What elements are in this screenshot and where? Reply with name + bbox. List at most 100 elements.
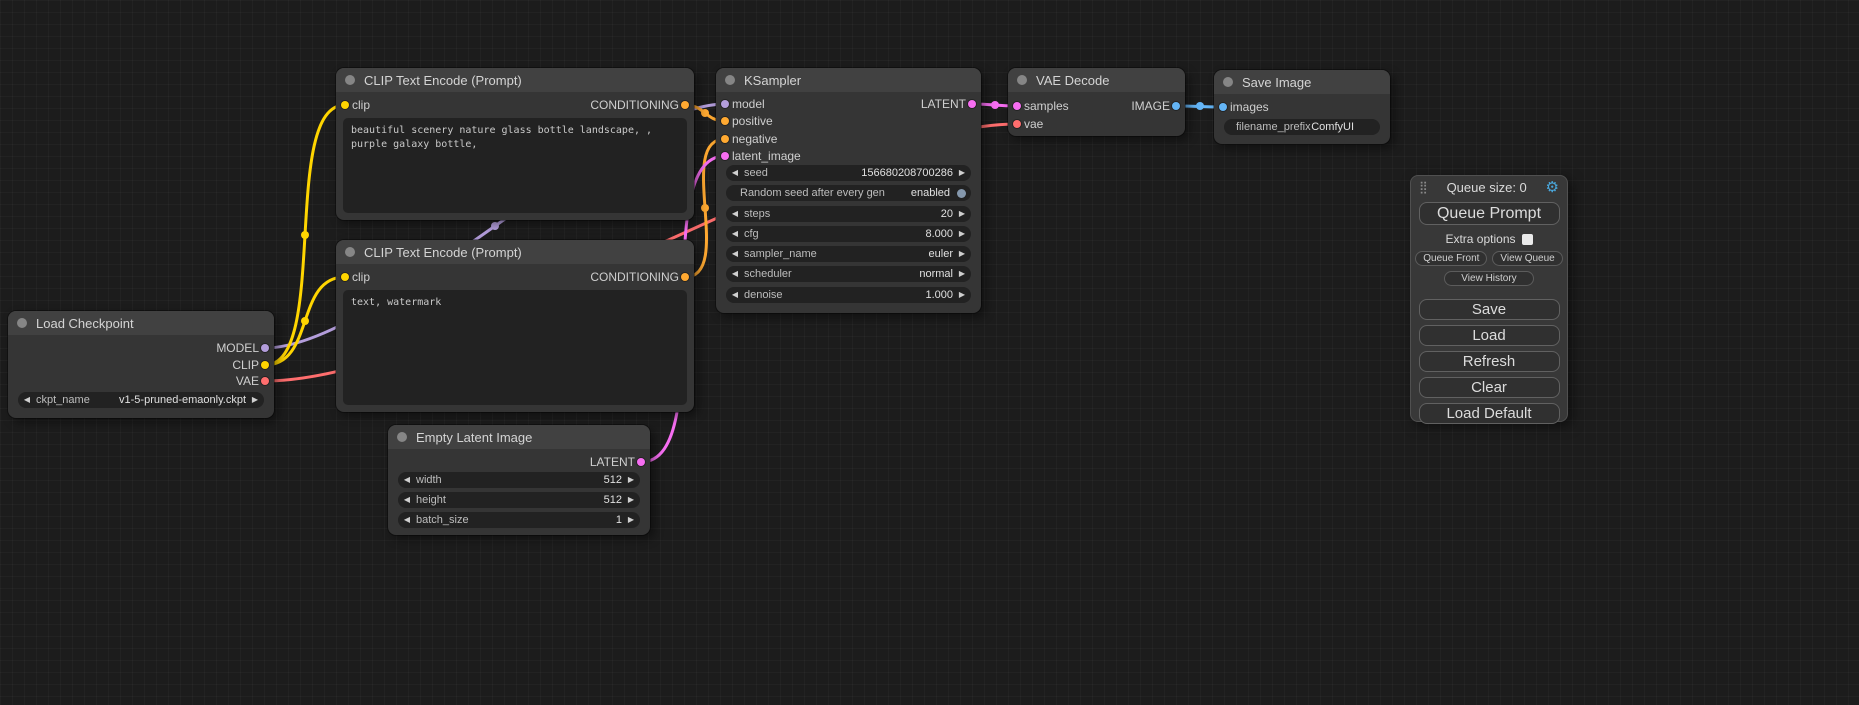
node-graph-canvas[interactable]: Load Checkpoint MODEL CLIP VAE ◀ ckpt_na… (0, 0, 1859, 705)
increment-icon[interactable]: ▶ (622, 472, 640, 488)
decrement-icon[interactable]: ◀ (398, 492, 416, 508)
prev-value-icon[interactable]: ◀ (726, 246, 744, 262)
widget-value: normal (919, 268, 953, 280)
widget-steps[interactable]: ◀ steps 20 ▶ (726, 206, 971, 222)
widget-filename-prefix[interactable]: filename_prefix ComfyUI (1224, 119, 1380, 135)
input-slot-latent-image[interactable] (721, 152, 729, 160)
node-title-bar[interactable]: Empty Latent Image (388, 425, 650, 449)
next-value-icon[interactable]: ▶ (953, 266, 971, 282)
collapse-dot-icon[interactable] (1017, 75, 1027, 85)
node-load-checkpoint[interactable]: Load Checkpoint MODEL CLIP VAE ◀ ckpt_na… (8, 311, 274, 418)
output-slot-conditioning[interactable] (681, 101, 689, 109)
clear-button[interactable]: Clear (1419, 377, 1560, 398)
queue-size-label: Queue size: 0 (1428, 180, 1546, 195)
output-slot-conditioning[interactable] (681, 273, 689, 281)
collapse-dot-icon[interactable] (725, 75, 735, 85)
input-slot-clip[interactable] (341, 273, 349, 281)
widget-label: filename_prefix (1236, 121, 1311, 133)
decrement-icon[interactable]: ◀ (726, 206, 744, 222)
widget-value: 1.000 (925, 289, 953, 301)
increment-icon[interactable]: ▶ (622, 512, 640, 528)
collapse-dot-icon[interactable] (345, 75, 355, 85)
collapse-dot-icon[interactable] (345, 247, 355, 257)
input-slot-negative[interactable] (721, 135, 729, 143)
toggle-dot-icon[interactable] (957, 189, 966, 198)
node-ksampler[interactable]: KSampler model positive negative latent_… (716, 68, 981, 313)
collapse-dot-icon[interactable] (397, 432, 407, 442)
input-slot-positive[interactable] (721, 117, 729, 125)
input-slot-vae[interactable] (1013, 120, 1021, 128)
increment-icon[interactable]: ▶ (953, 206, 971, 222)
load-button[interactable]: Load (1419, 325, 1560, 346)
decrement-icon[interactable]: ◀ (398, 512, 416, 528)
input-slot-clip[interactable] (341, 101, 349, 109)
view-history-button[interactable]: View History (1444, 271, 1533, 286)
node-title-bar[interactable]: VAE Decode (1008, 68, 1185, 92)
node-title-bar[interactable]: KSampler (716, 68, 981, 92)
input-slot-images[interactable] (1219, 103, 1227, 111)
widget-random-seed-toggle[interactable]: Random seed after every gen enabled (726, 185, 971, 201)
prev-value-icon[interactable]: ◀ (726, 266, 744, 282)
widget-cfg[interactable]: ◀ cfg 8.000 ▶ (726, 226, 971, 242)
output-slot-latent[interactable] (637, 458, 645, 466)
extra-options-row: Extra options (1411, 232, 1567, 246)
collapse-dot-icon[interactable] (17, 318, 27, 328)
prompt-textarea[interactable]: text, watermark (343, 290, 687, 405)
increment-icon[interactable]: ▶ (953, 226, 971, 242)
node-empty-latent-image[interactable]: Empty Latent Image LATENT ◀ width 512 ▶ … (388, 425, 650, 535)
settings-gear-icon[interactable]: ⚙ (1546, 180, 1559, 195)
node-title-bar[interactable]: CLIP Text Encode (Prompt) (336, 240, 694, 264)
input-label-clip: clip (352, 98, 370, 112)
next-value-icon[interactable]: ▶ (246, 392, 264, 408)
decrement-icon[interactable]: ◀ (398, 472, 416, 488)
output-slot-model[interactable] (261, 344, 269, 352)
node-clip-text-encode-negative[interactable]: CLIP Text Encode (Prompt) clip CONDITION… (336, 240, 694, 412)
output-slot-image[interactable] (1172, 102, 1180, 110)
save-button[interactable]: Save (1419, 299, 1560, 320)
node-vae-decode[interactable]: VAE Decode samples vae IMAGE (1008, 68, 1185, 136)
node-clip-text-encode-positive[interactable]: CLIP Text Encode (Prompt) clip CONDITION… (336, 68, 694, 220)
input-slot-model[interactable] (721, 100, 729, 108)
output-slot-vae[interactable] (261, 377, 269, 385)
node-title-bar[interactable]: CLIP Text Encode (Prompt) (336, 68, 694, 92)
queue-prompt-button[interactable]: Queue Prompt (1419, 202, 1560, 225)
widget-value: ComfyUI (1311, 121, 1368, 133)
drag-handle-icon[interactable]: ⣿ (1419, 180, 1428, 194)
prompt-textarea[interactable]: beautiful scenery nature glass bottle la… (343, 118, 687, 213)
input-slot-samples[interactable] (1013, 102, 1021, 110)
widget-scheduler[interactable]: ◀ scheduler normal ▶ (726, 266, 971, 282)
output-label-image: IMAGE (1131, 99, 1170, 113)
refresh-button[interactable]: Refresh (1419, 351, 1560, 372)
decrement-icon[interactable]: ◀ (726, 287, 744, 303)
output-slot-clip[interactable] (261, 361, 269, 369)
increment-icon[interactable]: ▶ (622, 492, 640, 508)
node-title-bar[interactable]: Save Image (1214, 70, 1390, 94)
widget-seed[interactable]: ◀ seed 156680208700286 ▶ (726, 165, 971, 181)
node-title-bar[interactable]: Load Checkpoint (8, 311, 274, 335)
widget-ckpt-name[interactable]: ◀ ckpt_name v1-5-pruned-emaonly.ckpt ▶ (18, 392, 264, 408)
node-save-image[interactable]: Save Image images filename_prefix ComfyU… (1214, 70, 1390, 144)
next-value-icon[interactable]: ▶ (953, 246, 971, 262)
increment-icon[interactable]: ▶ (953, 165, 971, 181)
view-queue-button[interactable]: View Queue (1492, 251, 1562, 266)
widget-sampler-name[interactable]: ◀ sampler_name euler ▶ (726, 246, 971, 262)
decrement-icon[interactable]: ◀ (726, 165, 744, 181)
load-default-button[interactable]: Load Default (1419, 403, 1560, 424)
output-slot-latent[interactable] (968, 100, 976, 108)
widget-label: denoise (744, 289, 783, 301)
input-label-positive: positive (732, 114, 773, 128)
input-label-vae: vae (1024, 117, 1043, 131)
widget-batch-size[interactable]: ◀ batch_size 1 ▶ (398, 512, 640, 528)
prev-value-icon[interactable]: ◀ (18, 392, 36, 408)
collapse-dot-icon[interactable] (1223, 77, 1233, 87)
extra-options-checkbox[interactable] (1522, 234, 1533, 245)
widget-label: batch_size (416, 514, 469, 526)
increment-icon[interactable]: ▶ (953, 287, 971, 303)
queue-front-button[interactable]: Queue Front (1415, 251, 1487, 266)
widget-height[interactable]: ◀ height 512 ▶ (398, 492, 640, 508)
widget-denoise[interactable]: ◀ denoise 1.000 ▶ (726, 287, 971, 303)
widget-width[interactable]: ◀ width 512 ▶ (398, 472, 640, 488)
output-label-model: MODEL (216, 341, 259, 355)
toggle-value: enabled (911, 187, 950, 199)
decrement-icon[interactable]: ◀ (726, 226, 744, 242)
